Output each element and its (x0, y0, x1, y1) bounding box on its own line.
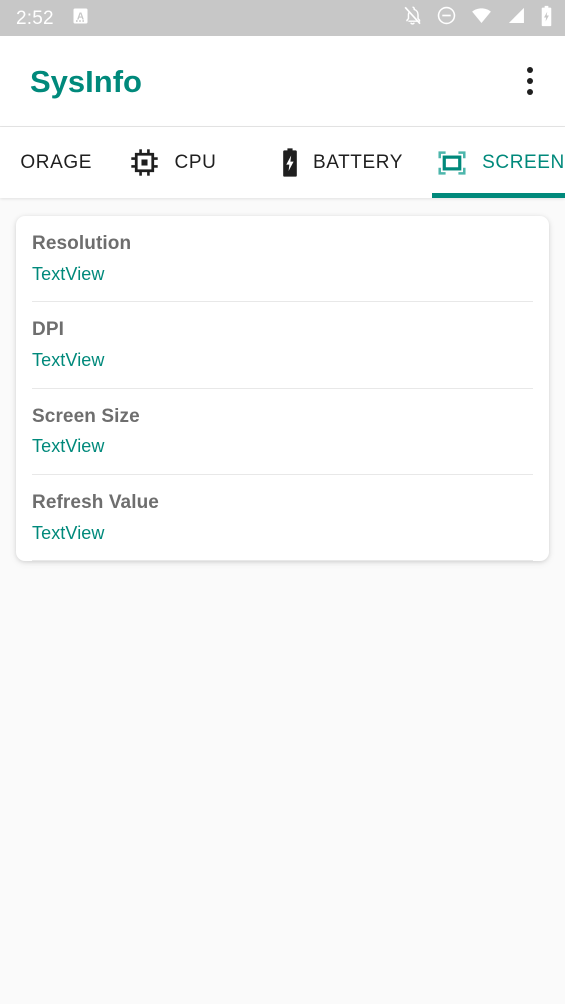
status-bar-clock: 2:52 (16, 7, 54, 29)
do-not-disturb-icon (436, 5, 457, 31)
info-label: Refresh Value (32, 491, 159, 513)
tab-cpu[interactable]: CPU (92, 127, 252, 198)
battery-charging-icon (281, 146, 299, 179)
tab-battery[interactable]: BATTERY (252, 127, 432, 198)
overflow-dot (527, 78, 533, 84)
tab-battery-label: BATTERY (312, 152, 404, 173)
overflow-dot (527, 89, 533, 95)
tab-active-indicator (432, 193, 565, 198)
tab-screen[interactable]: SCREEN (432, 127, 565, 198)
status-bar-right-icons (402, 5, 553, 32)
tab-cpu-label: CPU (174, 152, 217, 173)
cpu-chip-icon (128, 146, 161, 179)
screen-crop-icon (436, 147, 468, 179)
info-value: TextView (32, 522, 105, 543)
cellular-signal-icon (506, 5, 527, 31)
info-label: Resolution (32, 233, 132, 254)
info-row-resolution: Resolution TextView (32, 216, 533, 303)
tab-storage-label: ORAGE (20, 152, 92, 173)
info-value: TextView (32, 436, 105, 457)
overflow-dot (527, 67, 533, 73)
row-divider (32, 560, 533, 562)
info-value: TextView (32, 263, 105, 284)
tab-bar[interactable]: ORAGE CPU BATTERY SCREEN (0, 127, 565, 198)
screen-info-content: Resolution TextView DPI TextView Screen … (0, 198, 565, 562)
status-bar-left-icons: A (72, 7, 89, 30)
notifications-off-icon (402, 5, 423, 31)
info-row-refresh-value: Refresh Value TextView (32, 475, 533, 562)
app-badge-a-icon: A (72, 7, 89, 30)
info-value: TextView (32, 350, 105, 371)
tab-screen-label: SCREEN (482, 152, 565, 173)
info-label: DPI (32, 319, 64, 341)
screen-info-card: Resolution TextView DPI TextView Screen … (16, 216, 549, 562)
info-row-dpi: DPI TextView (32, 302, 533, 389)
tab-storage[interactable]: ORAGE (0, 127, 92, 198)
info-row-screen-size: Screen Size TextView (32, 389, 533, 475)
page-title: SysInfo (30, 63, 142, 99)
info-label: Screen Size (32, 405, 140, 427)
app-bar: SysInfo (0, 36, 565, 126)
battery-charging-icon (540, 5, 553, 32)
status-bar: 2:52 A (0, 0, 565, 36)
wifi-icon (470, 5, 493, 31)
more-vert-icon[interactable] (513, 60, 547, 102)
